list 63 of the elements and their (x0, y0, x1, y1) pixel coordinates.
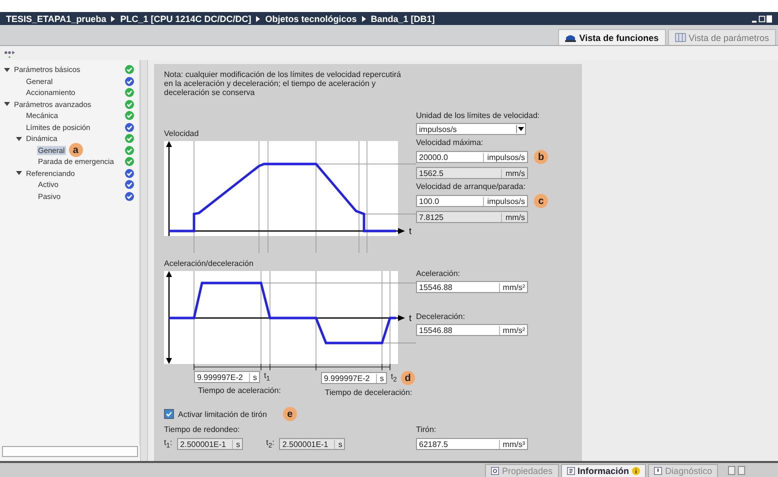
field-label: Tirón: (416, 425, 438, 434)
unit-dropdown[interactable]: impulsos/s (416, 123, 526, 135)
readonly-field: 1562.5 mm/s (416, 167, 528, 179)
input-field[interactable]: 20000.0 impulsos/s (416, 151, 528, 163)
input-field[interactable]: 15546.88 mm/s² (416, 324, 528, 336)
expand-triangle-icon[interactable] (4, 66, 10, 73)
panel-controls-icon[interactable] (728, 466, 746, 474)
network-icon[interactable] (4, 48, 15, 58)
breadcrumb-item[interactable]: PLC_1 [CPU 1214C DC/DC/DC] (120, 14, 252, 24)
time-symbol: t$_{2}$ (390, 372, 397, 384)
breadcrumb-arrow-icon (111, 16, 116, 22)
axis-label: t (409, 226, 412, 236)
callout-marker: a (68, 143, 83, 158)
properties-icon (491, 467, 499, 475)
input-field[interactable]: 100.0 impulsos/s (416, 195, 528, 207)
axis-label: t (409, 313, 412, 323)
breadcrumb-item[interactable]: TESIS_ETAPA1_prueba (6, 14, 106, 24)
input-field[interactable]: 15546.88 mm/s² (416, 281, 528, 293)
field-label: Velocidad de arranque/parada: (416, 182, 526, 191)
info-document-icon (566, 467, 575, 475)
diagnostics-icon (654, 467, 662, 475)
checkmark-icon (165, 410, 173, 418)
field-label: Tiempo de redondeo: (164, 425, 241, 434)
expand-triangle-icon[interactable] (16, 136, 22, 142)
input-field[interactable]: 9.999997E-2 s (320, 372, 387, 384)
breadcrumb-arrow-icon (362, 16, 366, 22)
field-label: Velocidad máxima: (416, 138, 484, 147)
view-tab[interactable]: Vista de funciones (558, 29, 666, 45)
expand-triangle-icon[interactable] (4, 101, 10, 108)
input-field[interactable]: 62187.5 mm/s³ (416, 438, 528, 450)
window-controls-icon[interactable] (752, 14, 772, 22)
checkbox-label[interactable]: Activar limitación de tirón (178, 410, 267, 418)
breadcrumb-arrow-icon (256, 16, 260, 22)
bottom-tab[interactable]: Información (560, 464, 646, 477)
horizontal-scrollbar[interactable] (2, 446, 138, 457)
breadcrumb-item[interactable]: Objetos tecnológicos (265, 14, 357, 24)
callout-marker: b (534, 150, 548, 164)
chart-title: Velocidad (164, 129, 200, 138)
expand-triangle-icon[interactable] (16, 170, 22, 176)
callout-marker: e (282, 407, 297, 421)
field-label: Tiempo de deceleración: (324, 388, 414, 397)
breadcrumb-item[interactable]: Banda_1 [DB1] (370, 14, 435, 24)
field-label: Tiempo de aceleración: (197, 386, 281, 395)
field-label: Aceleración: (416, 269, 462, 278)
callout-marker: d (400, 371, 415, 385)
info-icon (632, 467, 640, 475)
dropdown-arrow-icon[interactable] (516, 125, 525, 133)
chart-title: Aceleración/deceleración (164, 259, 254, 268)
input-field[interactable]: 9.999997E-2 s (194, 371, 260, 383)
field-label: Unidad de los límites de velocidad: (416, 111, 541, 120)
field-label: t$_{1}$: (164, 438, 172, 450)
field-label: Deceleración: (416, 312, 466, 321)
field-label: t$_{2}$: (266, 438, 274, 450)
time-symbol: t$_{1}$ (264, 371, 270, 383)
readonly-field: 2.500001E-1 s (279, 438, 346, 450)
table-icon (674, 33, 686, 42)
callout-marker: c (534, 194, 548, 208)
checkbox[interactable] (164, 409, 174, 419)
device-icon (565, 33, 576, 42)
readonly-field: 2.500001E-1 s (177, 438, 244, 450)
readonly-field: 7.8125 mm/s (416, 211, 528, 223)
note-text: Nota: cualquier modificación de los límites de velocidad repercutirá en la aceleración y deceleración; el tiempo de aceleración y deceleración se conserva (164, 70, 402, 97)
view-tab[interactable]: Vista de parámetros (668, 29, 776, 45)
